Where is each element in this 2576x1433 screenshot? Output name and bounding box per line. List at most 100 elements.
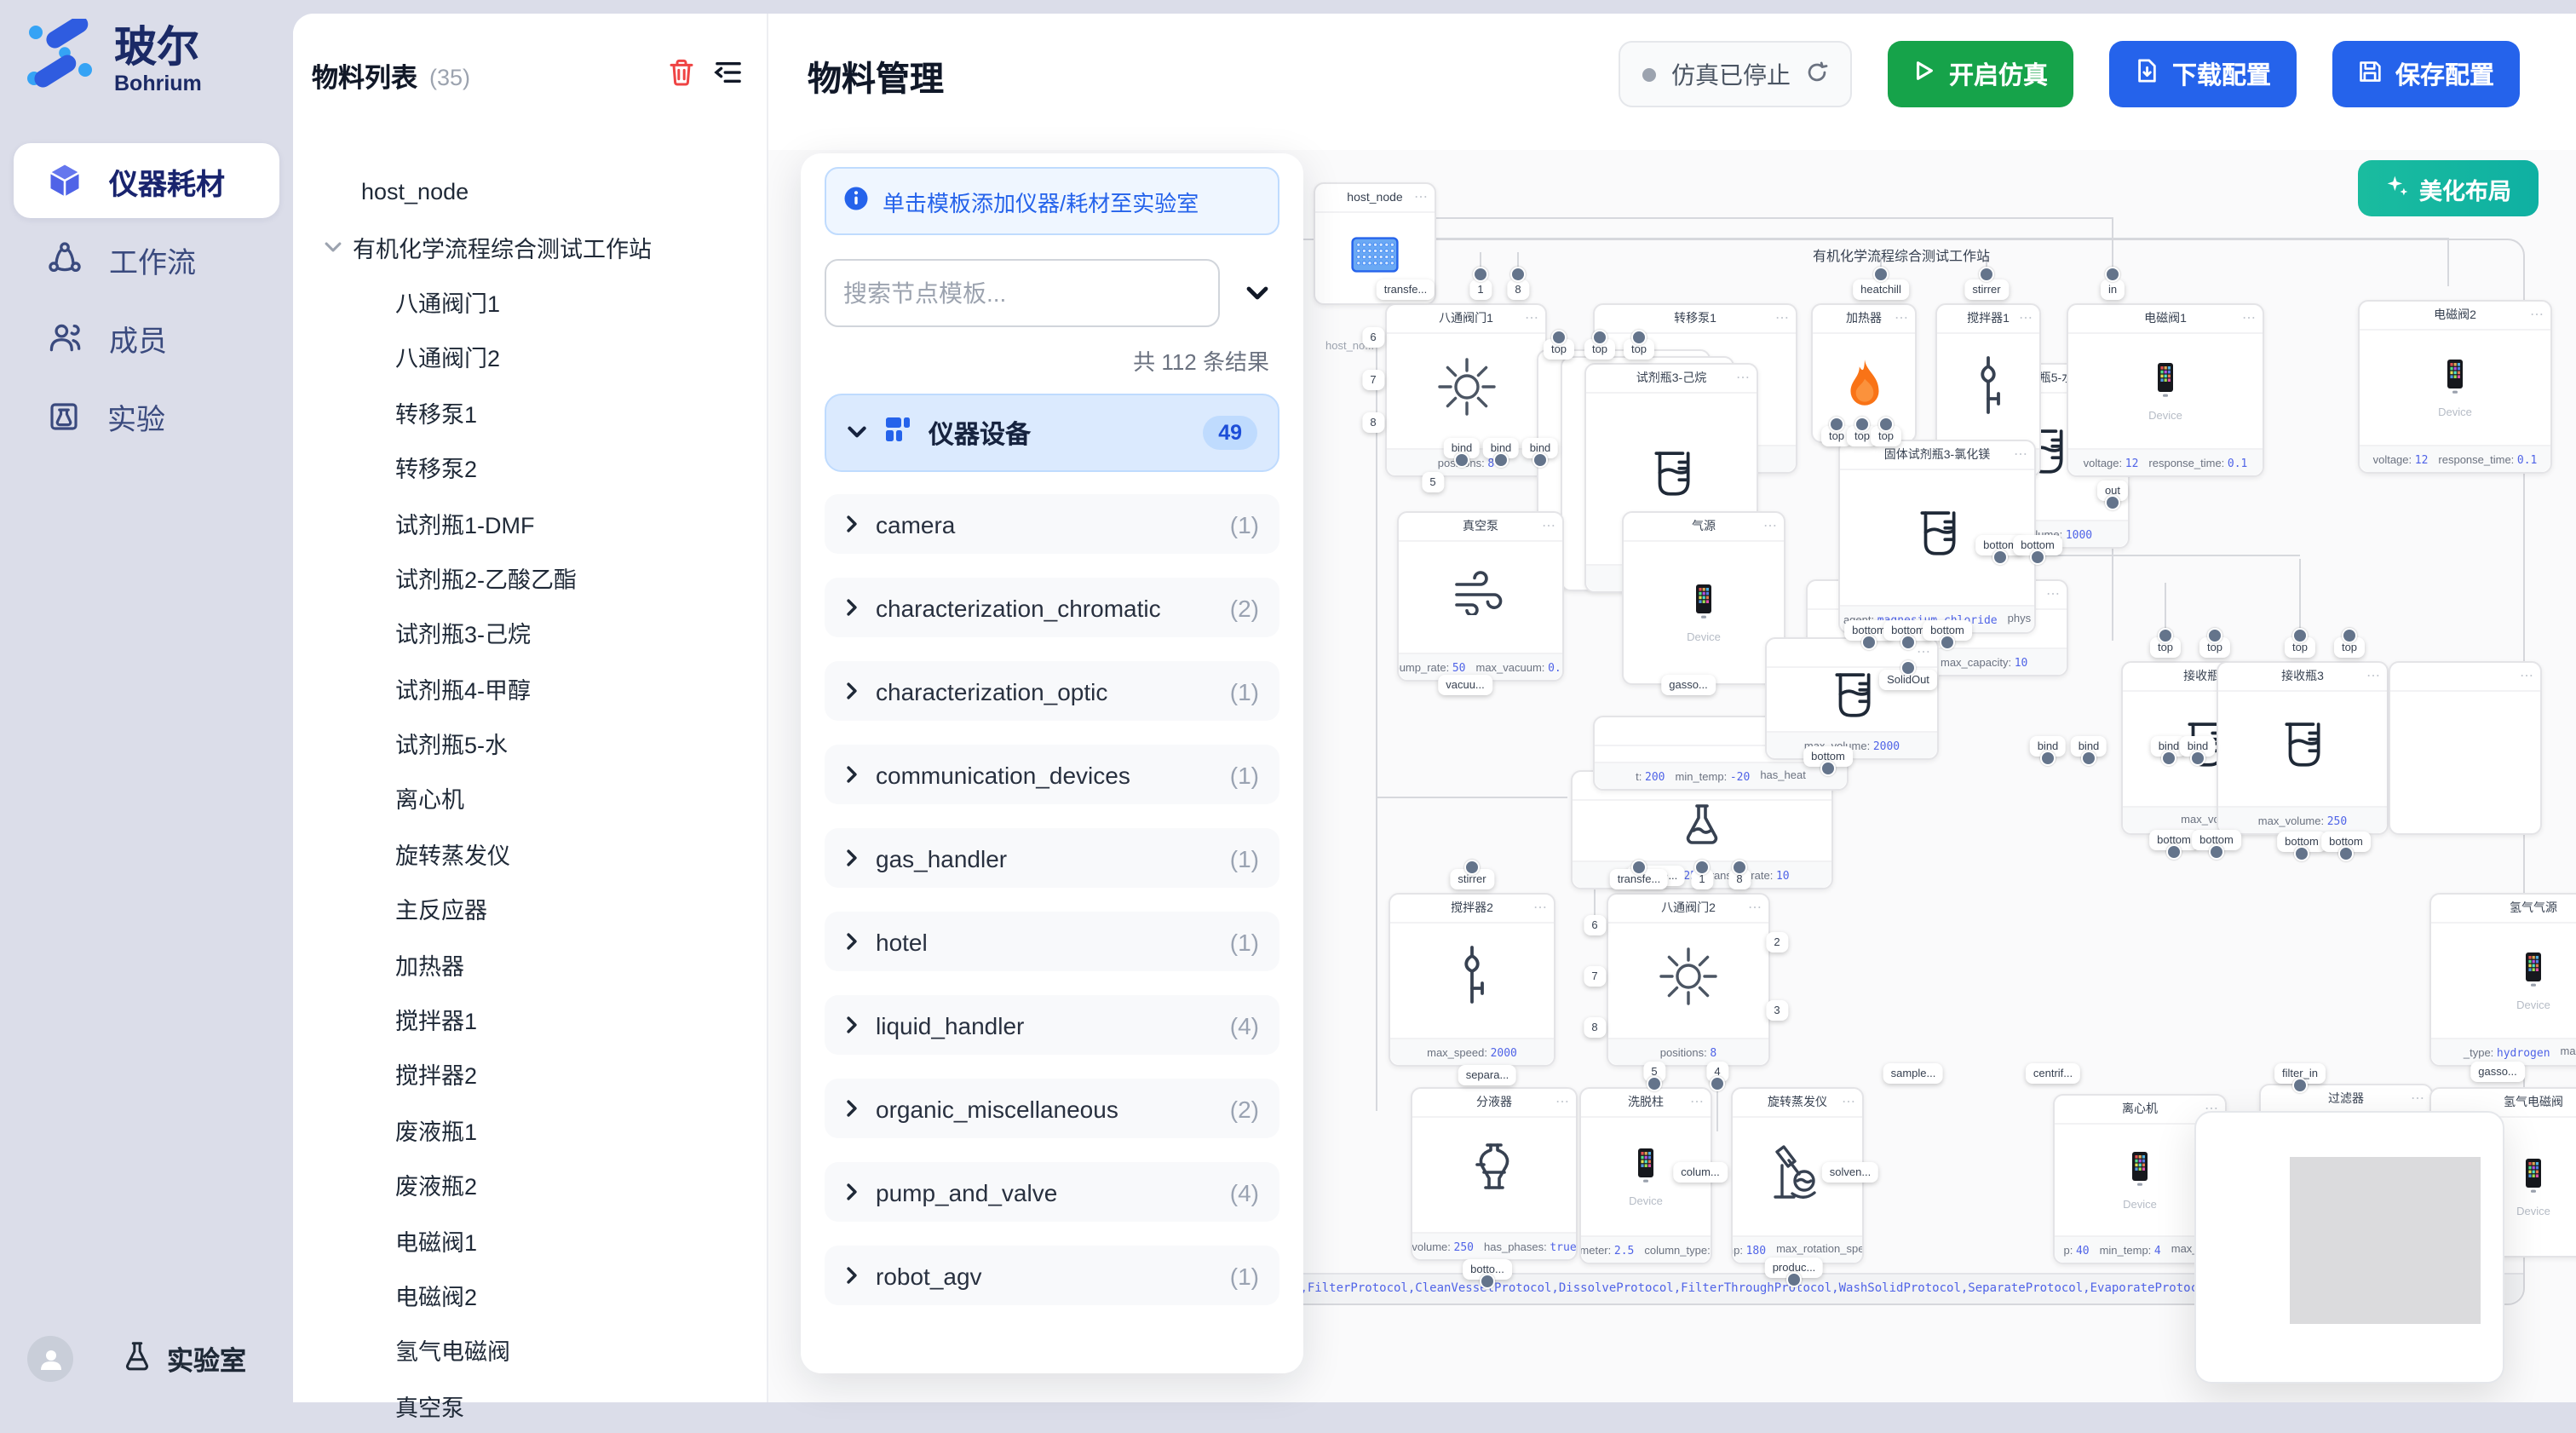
canvas-node-搅拌器2[interactable]: 搅拌器2⋯max_speed: 2000 <box>1389 893 1555 1067</box>
port-handle[interactable] <box>1992 550 2008 565</box>
more-menu-icon[interactable]: ⋯ <box>2242 305 2256 332</box>
more-menu-icon[interactable]: ⋯ <box>2046 581 2060 608</box>
port-handle[interactable] <box>1454 452 1469 468</box>
avatar[interactable] <box>27 1336 73 1382</box>
category-camera[interactable]: camera(1) <box>825 494 1279 554</box>
tree-item[interactable]: 转移泵1 <box>293 384 767 440</box>
port-handle[interactable] <box>1647 1076 1662 1091</box>
port-pill[interactable]: sample... <box>1883 1063 1944 1084</box>
port-handle[interactable] <box>1900 635 1916 650</box>
canvas-node-电磁阀1[interactable]: 电磁阀1⋯Devicevoltage: 12response_time: 0.1 <box>2067 303 2264 477</box>
category-liquid_handler[interactable]: liquid_handler(4) <box>825 995 1279 1055</box>
canvas-node[interactable]: ⋯max_volume: 2000 <box>1765 637 1939 760</box>
more-menu-icon[interactable]: ⋯ <box>1748 895 1762 922</box>
more-menu-icon[interactable]: ⋯ <box>1542 513 1555 540</box>
port-handle[interactable] <box>1493 452 1509 468</box>
more-menu-icon[interactable]: ⋯ <box>1555 1089 1569 1116</box>
port-pill[interactable]: 3 <box>1766 1000 1787 1021</box>
more-menu-icon[interactable]: ⋯ <box>1763 513 1777 540</box>
port-handle[interactable] <box>1854 417 1870 432</box>
beautify-layout-button[interactable]: 美化布局 <box>2358 160 2539 216</box>
more-menu-icon[interactable]: ⋯ <box>2411 1085 2424 1113</box>
port-pill[interactable]: 8 <box>1362 412 1383 433</box>
port-handle[interactable] <box>2030 550 2045 565</box>
port-handle[interactable] <box>1829 417 1844 432</box>
more-menu-icon[interactable]: ⋯ <box>1525 305 1538 332</box>
canvas-node-电磁阀2[interactable]: 电磁阀2⋯Devicevoltage: 12response_time: 0.1 <box>2358 300 2552 474</box>
port-pill[interactable]: heatchill <box>1853 279 1909 300</box>
tree-item[interactable]: 主反应器 <box>293 881 767 936</box>
more-menu-icon[interactable]: ⋯ <box>1842 1089 1855 1116</box>
download-config-button[interactable]: 下载配置 <box>2109 41 2297 107</box>
category-pump_and_valve[interactable]: pump_and_valve(4) <box>825 1162 1279 1222</box>
sidebar-item-workflow[interactable]: 工作流 <box>14 222 279 296</box>
canvas-node-真空泵[interactable]: 真空泵⋯pump_rate: 50max_vacuum: 0.1 <box>1397 511 1564 682</box>
more-menu-icon[interactable]: ⋯ <box>1917 639 1930 666</box>
port-pill[interactable]: in <box>2101 279 2125 300</box>
category-organic_miscellaneous[interactable]: organic_miscellaneous(2) <box>825 1079 1279 1138</box>
port-handle[interactable] <box>2158 628 2173 643</box>
port-handle[interactable] <box>2209 844 2224 860</box>
port-handle[interactable] <box>2338 846 2354 861</box>
category-characterization_optic[interactable]: characterization_optic(1) <box>825 661 1279 721</box>
more-menu-icon[interactable]: ⋯ <box>1414 184 1428 211</box>
canvas-node-分液器[interactable]: 分液器⋯volume: 250has_phases: true <box>1411 1087 1578 1261</box>
port-handle[interactable] <box>2081 751 2096 766</box>
tree-item[interactable]: 电磁阀2 <box>293 1268 767 1323</box>
port-handle[interactable] <box>1551 330 1567 345</box>
port-handle[interactable] <box>1900 660 1916 676</box>
simulation-status[interactable]: 仿真已停止 <box>1619 41 1852 107</box>
port-handle[interactable] <box>2190 751 2205 766</box>
tree-item[interactable]: 八通阀门1 <box>293 274 767 330</box>
tree-item[interactable]: 转移泵2 <box>293 440 767 495</box>
port-pill[interactable]: stirrer <box>1964 279 2008 300</box>
delete-icon[interactable] <box>668 58 695 95</box>
more-menu-icon[interactable]: ⋯ <box>2520 663 2533 690</box>
port-handle[interactable] <box>2294 846 2309 861</box>
port-handle[interactable] <box>1940 635 1955 650</box>
lab-entry[interactable]: 实验室 <box>121 1338 246 1379</box>
tree-item[interactable]: 试剂瓶2-乙酸乙酯 <box>293 550 767 605</box>
tree-item[interactable]: 废液瓶2 <box>293 1157 767 1212</box>
category-hotel[interactable]: hotel(1) <box>825 912 1279 971</box>
port-pill[interactable]: transfe... <box>1377 279 1435 300</box>
port-pill[interactable]: colum... <box>1673 1162 1728 1183</box>
more-menu-icon[interactable]: ⋯ <box>2019 305 2033 332</box>
port-pill[interactable]: separa... <box>1458 1065 1517 1085</box>
port-handle[interactable] <box>2105 495 2120 510</box>
port-pill[interactable]: 2 <box>1766 932 1787 952</box>
port-handle[interactable] <box>2161 751 2176 766</box>
more-menu-icon[interactable]: ⋯ <box>2014 441 2027 469</box>
category-robot_agv[interactable]: robot_agv(1) <box>825 1246 1279 1305</box>
chevron-down-icon[interactable] <box>1245 285 1269 302</box>
tree-item[interactable]: host_node <box>293 164 767 219</box>
tree-item[interactable]: 试剂瓶3-己烷 <box>293 605 767 660</box>
group-instruments[interactable]: 仪器设备 49 <box>825 394 1279 472</box>
port-handle[interactable] <box>1710 1076 1725 1091</box>
port-pill[interactable]: gasso... <box>1661 675 1716 695</box>
more-menu-icon[interactable]: ⋯ <box>1533 895 1547 922</box>
start-simulation-button[interactable]: 开启仿真 <box>1888 41 2073 107</box>
port-pill[interactable]: 8 <box>1584 1017 1605 1038</box>
sidebar-item-members[interactable]: 成员 <box>14 300 279 375</box>
refresh-icon[interactable] <box>1806 60 1828 88</box>
canvas-node-氢气气源[interactable]: 氢气气源⋯Device_type: hydrogenmax_pre <box>2429 893 2576 1067</box>
tree-item[interactable]: 八通阀门2 <box>293 329 767 384</box>
port-handle[interactable] <box>1480 1274 1495 1289</box>
port-handle[interactable] <box>2292 628 2308 643</box>
tree-item[interactable]: 搅拌器1 <box>293 992 767 1047</box>
port-handle[interactable] <box>1820 761 1836 776</box>
port-handle[interactable] <box>1464 860 1480 875</box>
port-handle[interactable] <box>1532 452 1548 468</box>
port-handle[interactable] <box>1732 860 1747 875</box>
port-pill[interactable]: 7 <box>1584 966 1605 987</box>
canvas-node-气源[interactable]: 气源⋯Device <box>1622 511 1785 685</box>
port-pill[interactable]: gasso... <box>2470 1062 2525 1082</box>
sidebar-item-cube[interactable]: 仪器耗材 <box>14 143 279 218</box>
port-handle[interactable] <box>1631 330 1647 345</box>
tree-item[interactable]: 电磁阀1 <box>293 1212 767 1268</box>
port-handle[interactable] <box>1510 267 1526 282</box>
tree-item[interactable]: 氢气电磁阀 <box>293 1322 767 1378</box>
port-handle[interactable] <box>2207 628 2222 643</box>
port-pill[interactable]: 5 <box>1422 472 1443 492</box>
